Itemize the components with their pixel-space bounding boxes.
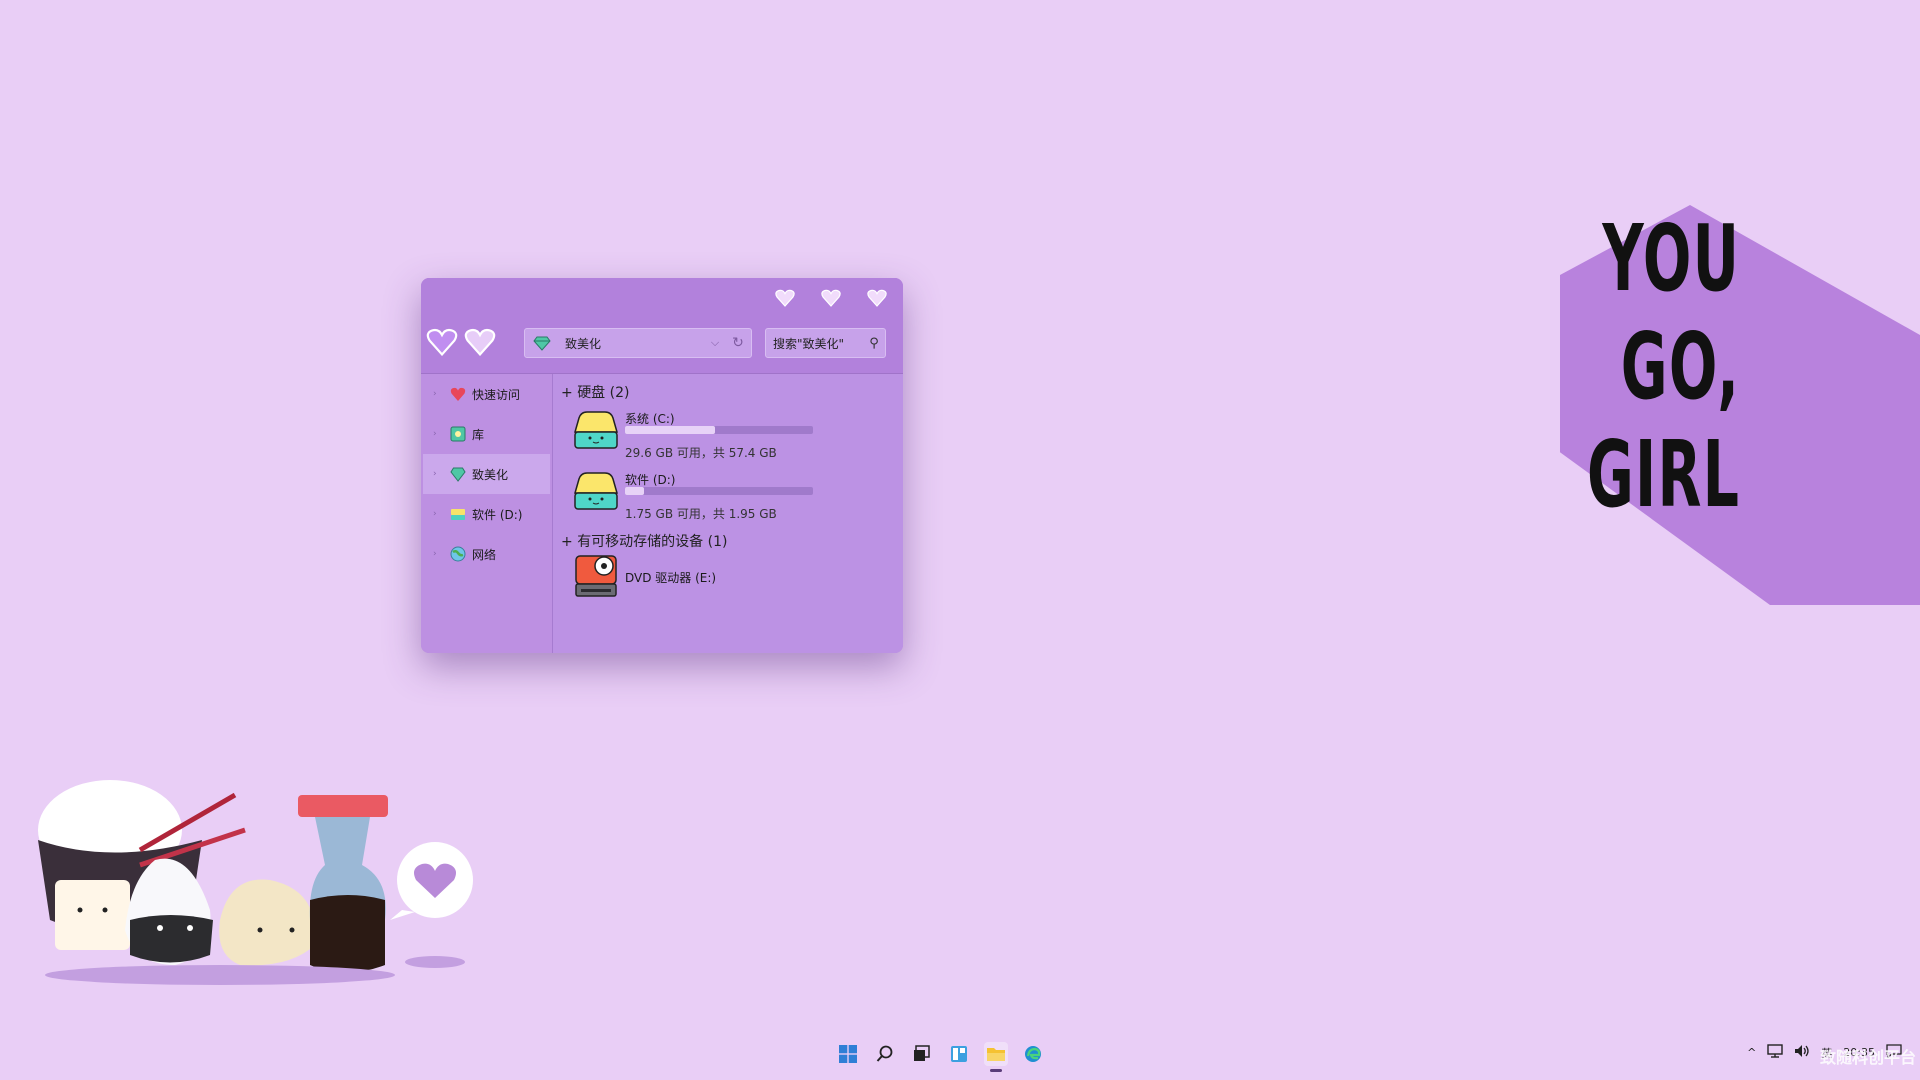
file-explorer-icon[interactable] bbox=[984, 1042, 1008, 1072]
watermark-text: 致随科创平台 bbox=[1819, 1048, 1916, 1067]
refresh-icon[interactable]: ↻ bbox=[725, 335, 751, 351]
taskbar: ^ 英 20:35 致随科创平台 bbox=[0, 1032, 1920, 1080]
drive-info: 1.75 GB 可用，共 1.95 GB bbox=[625, 507, 777, 521]
widgets-icon[interactable] bbox=[947, 1042, 971, 1066]
sidebar-item-label: 致美化 bbox=[472, 467, 509, 482]
expand-arrow-icon[interactable]: › bbox=[433, 389, 437, 399]
library-icon bbox=[450, 426, 466, 442]
poster-line-3: GIRL bbox=[1586, 421, 1740, 528]
maximize-heart-icon[interactable] bbox=[819, 287, 843, 309]
dvd-drive-e[interactable]: DVD 驱动器 (E:) bbox=[573, 552, 773, 600]
sidebar-item-label: 网络 bbox=[472, 547, 497, 562]
title-bar: 致美化 ⌵ ↻ 搜索"致美化" ⚲ bbox=[421, 278, 903, 374]
drive-c[interactable]: 系统 (C:) 29.6 GB 可用，共 57.4 GB bbox=[573, 410, 823, 460]
drive-info: 29.6 GB 可用，共 57.4 GB bbox=[625, 446, 777, 460]
drive-usage-fill bbox=[625, 426, 716, 434]
drive-usage-bar bbox=[625, 426, 813, 434]
expand-arrow-icon[interactable]: › bbox=[433, 509, 437, 519]
address-bar[interactable]: 致美化 ⌵ ↻ bbox=[524, 328, 752, 358]
sidebar-item-quick-access[interactable]: › 快速访问 bbox=[421, 374, 552, 414]
chevron-down-icon[interactable]: ⌵ bbox=[705, 336, 725, 350]
back-heart-icon[interactable] bbox=[426, 328, 458, 360]
drive-icon bbox=[451, 509, 465, 520]
minimize-heart-icon[interactable] bbox=[773, 287, 797, 309]
sidebar-item-network[interactable]: › 网络 bbox=[421, 534, 552, 574]
poster-line-1: YOU bbox=[1602, 205, 1740, 312]
drive-d[interactable]: 软件 (D:) 1.75 GB 可用，共 1.95 GB bbox=[573, 471, 823, 521]
tray-overflow-chevron[interactable]: ^ bbox=[1747, 1046, 1756, 1059]
dvd-drive-icon bbox=[575, 555, 617, 597]
address-text: 致美化 bbox=[565, 336, 602, 351]
search-box[interactable]: 搜索"致美化" ⚲ bbox=[765, 328, 886, 358]
edge-browser-icon[interactable] bbox=[1021, 1042, 1045, 1066]
drive-usage-fill bbox=[625, 487, 644, 495]
task-view-icon[interactable] bbox=[910, 1042, 934, 1066]
file-explorer-window: 致美化 ⌵ ↻ 搜索"致美化" ⚲ › 快速访问 › 库 › 致美化 › 软件 … bbox=[421, 278, 903, 653]
group-label: 有可移动存储的设备 (1) bbox=[577, 534, 728, 550]
diamond-icon bbox=[450, 467, 466, 482]
group-toggle: + bbox=[561, 534, 573, 550]
taskbar-apps bbox=[836, 1042, 1045, 1072]
drive-usage-bar bbox=[625, 487, 813, 495]
volume-icon[interactable] bbox=[1794, 1044, 1810, 1061]
poster-text: YOU GO, GIRL bbox=[1587, 205, 1740, 529]
group-label: 硬盘 (2) bbox=[577, 385, 630, 401]
drive-icon bbox=[574, 472, 618, 510]
sidebar-item-label: 软件 (D:) bbox=[472, 507, 523, 522]
search-icon[interactable]: ⚲ bbox=[863, 336, 885, 351]
food-illustration bbox=[38, 780, 473, 985]
diamond-icon bbox=[533, 336, 551, 351]
sidebar-item-zhimeihua[interactable]: › 致美化 bbox=[423, 454, 550, 494]
drive-name: 系统 (C:) bbox=[625, 412, 675, 426]
windows-start-icon[interactable] bbox=[836, 1042, 860, 1066]
navigation-pane: › 快速访问 › 库 › 致美化 › 软件 (D:) › 网络 bbox=[421, 374, 553, 653]
group-header-hard-disks[interactable]: + 硬盘 (2) bbox=[561, 382, 629, 402]
globe-icon bbox=[450, 546, 466, 562]
sidebar-item-library[interactable]: › 库 bbox=[421, 414, 552, 454]
poster-line-2: GO, bbox=[1620, 313, 1740, 420]
expand-arrow-icon[interactable]: › bbox=[433, 429, 437, 439]
nav-buttons bbox=[426, 328, 496, 360]
group-toggle: + bbox=[561, 385, 573, 401]
content-pane: + 硬盘 (2) 系统 (C:) 29.6 GB 可用，共 57.4 GB 软件… bbox=[553, 374, 903, 653]
heart-star-icon bbox=[450, 387, 466, 401]
drive-name: DVD 驱动器 (E:) bbox=[625, 571, 717, 585]
group-header-removable[interactable]: + 有可移动存储的设备 (1) bbox=[561, 531, 727, 551]
sidebar-item-label: 快速访问 bbox=[472, 387, 521, 402]
sidebar-item-drive-d[interactable]: › 软件 (D:) bbox=[421, 494, 552, 534]
search-placeholder: 搜索"致美化" bbox=[773, 336, 845, 351]
sidebar-item-label: 库 bbox=[472, 427, 485, 442]
forward-heart-icon[interactable] bbox=[464, 328, 496, 360]
wallpaper-poster: YOU GO, GIRL bbox=[1560, 205, 1920, 605]
expand-arrow-icon[interactable]: › bbox=[433, 469, 437, 479]
drive-icon bbox=[574, 411, 618, 449]
expand-arrow-icon[interactable]: › bbox=[433, 549, 437, 559]
close-heart-icon[interactable] bbox=[865, 287, 889, 309]
search-icon[interactable] bbox=[873, 1042, 897, 1066]
network-icon[interactable] bbox=[1767, 1044, 1783, 1061]
drive-name: 软件 (D:) bbox=[625, 473, 676, 487]
caption-buttons bbox=[773, 287, 889, 309]
